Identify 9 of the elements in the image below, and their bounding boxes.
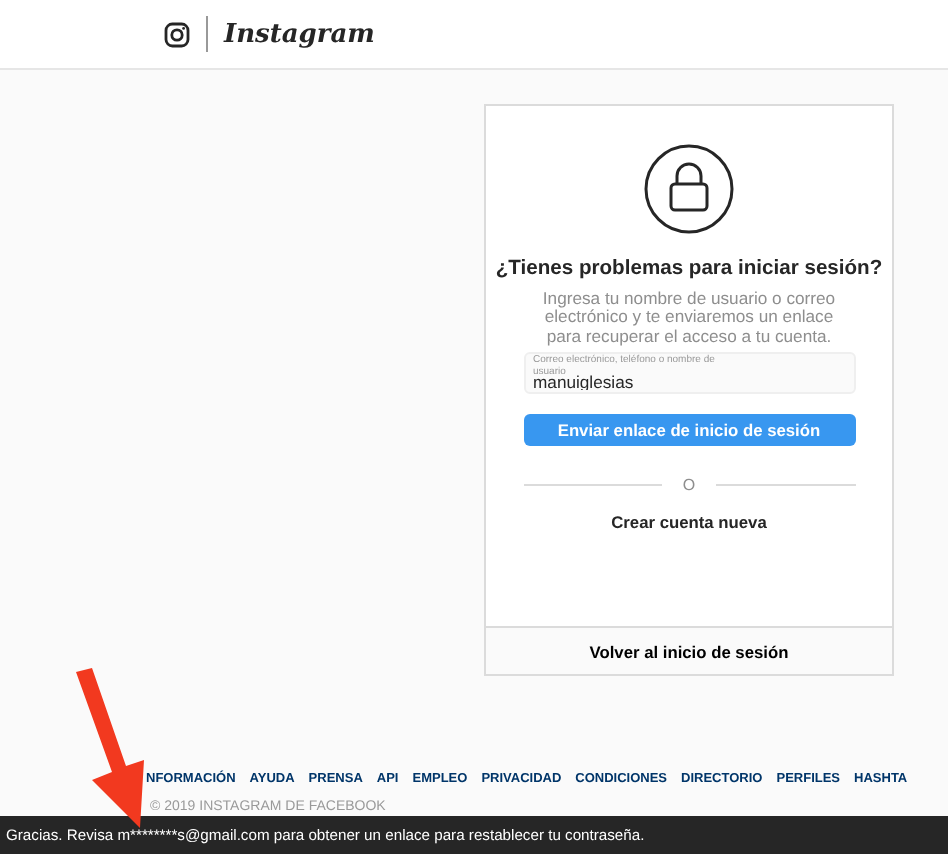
- padlock-icon: [644, 144, 734, 234]
- or-divider-text: O: [682, 476, 696, 495]
- card-title: ¿Tienes problemas para iniciar sesión?: [495, 258, 883, 280]
- account-input-field[interactable]: manuiglesias: [533, 372, 833, 391]
- create-account-link[interactable]: Crear cuenta nueva: [599, 510, 779, 535]
- camera-icon[interactable]: [164, 21, 190, 47]
- brand-logo[interactable]: Instagram: [224, 19, 375, 49]
- instructions-text: Ingresa tu nombre de usuario o correo electrónico y te enviaremos un enlace para recuperar el acceso a tu cuenta.: [540, 290, 838, 347]
- back-to-login-button[interactable]: Volver al inicio de sesión: [486, 626, 892, 674]
